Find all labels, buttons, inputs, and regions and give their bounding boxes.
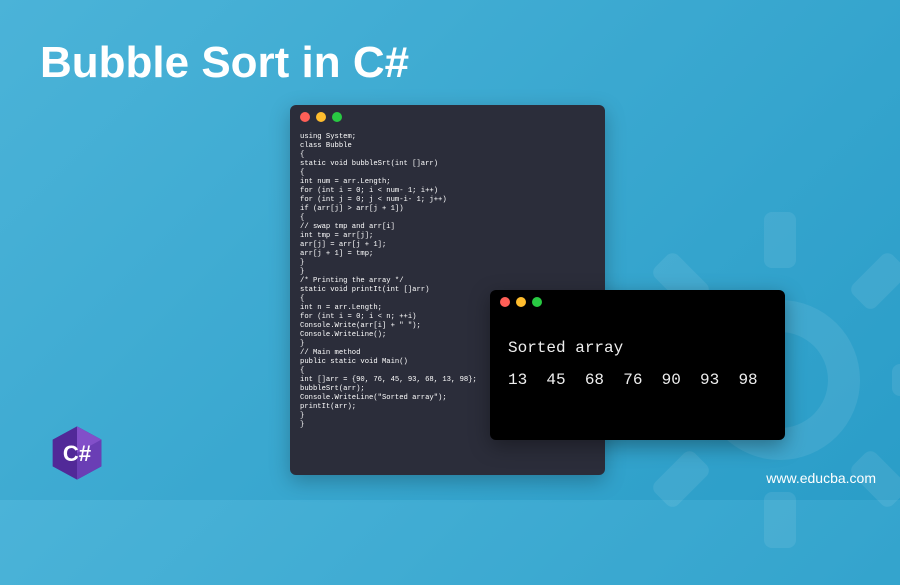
logo-text: C# — [63, 441, 91, 466]
page-title: Bubble Sort in C# — [40, 38, 409, 88]
minimize-icon[interactable] — [516, 297, 526, 307]
minimize-icon[interactable] — [316, 112, 326, 122]
window-titlebar — [490, 290, 785, 314]
maximize-icon[interactable] — [532, 297, 542, 307]
terminal-output-text: Sorted array 13 45 68 76 90 93 98 — [490, 314, 785, 414]
close-icon[interactable] — [500, 297, 510, 307]
close-icon[interactable] — [300, 112, 310, 122]
footer-link[interactable]: www.educba.com — [766, 470, 876, 486]
csharp-logo: C# — [48, 424, 106, 482]
window-titlebar — [290, 105, 605, 129]
terminal-output-window: Sorted array 13 45 68 76 90 93 98 — [490, 290, 785, 440]
maximize-icon[interactable] — [332, 112, 342, 122]
